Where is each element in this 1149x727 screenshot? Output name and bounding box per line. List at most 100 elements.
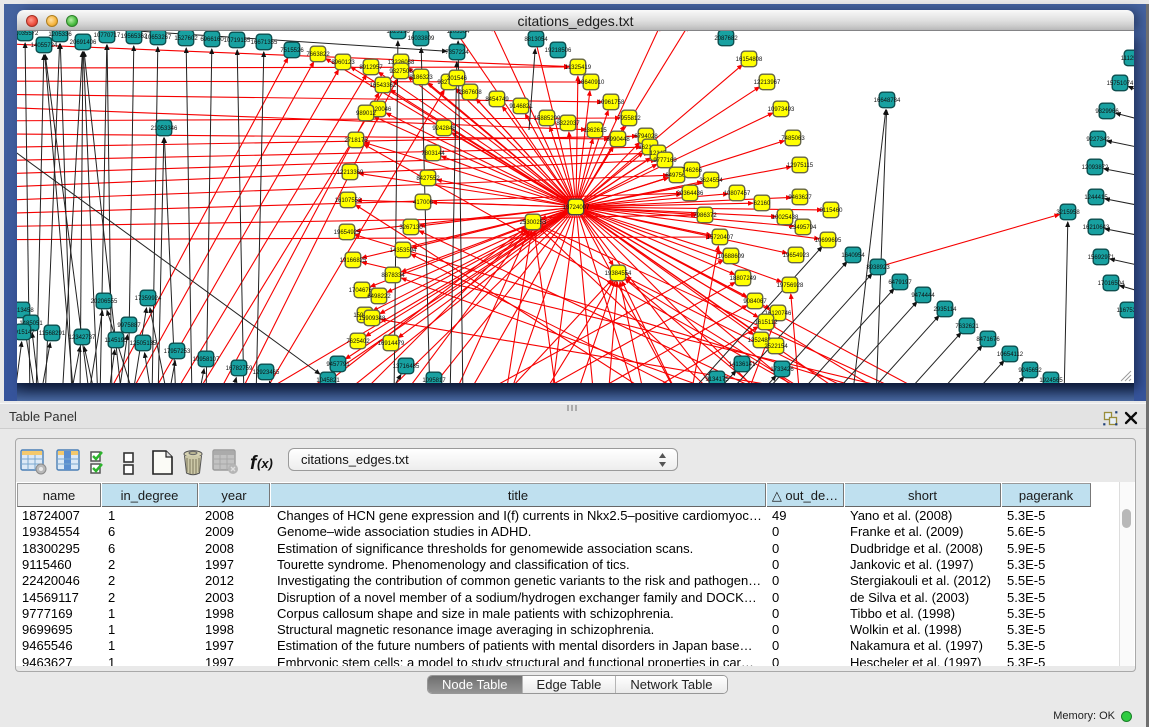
svg-text:17957253: 17957253 [164,349,191,355]
svg-text:1615112: 1615112 [755,320,779,326]
svg-text:1623196: 1623196 [386,31,410,35]
svg-text:16107552: 16107552 [335,198,362,204]
svg-text:9463627: 9463627 [788,195,812,201]
svg-text:18724007: 18724007 [563,205,590,211]
svg-text:1145195: 1145195 [105,338,129,344]
svg-text:7632621: 7632621 [955,324,979,330]
svg-text:2313458: 2313458 [17,308,34,314]
svg-text:10654112: 10654112 [997,352,1024,358]
svg-text:2522154: 2522154 [764,344,788,350]
svg-text:8938923: 8938923 [866,265,890,271]
svg-text:2867608: 2867608 [458,90,482,96]
svg-text:989012: 989012 [356,111,377,117]
svg-text:1362615: 1362615 [583,128,607,134]
svg-text:10719155: 10719155 [224,38,251,44]
svg-text:15909348: 15909348 [359,316,386,322]
svg-text:16210643: 16210643 [1083,225,1110,231]
svg-text:12213967: 12213967 [754,80,781,86]
svg-text:10653267: 10653267 [145,35,172,41]
svg-text:9115460: 9115460 [820,208,844,214]
svg-text:10688609: 10688609 [718,254,745,260]
svg-text:7515526: 7515526 [280,48,304,54]
svg-text:1640954: 1640954 [841,253,865,259]
svg-text:8990448: 8990448 [606,137,630,143]
svg-text:3624554: 3624554 [699,178,723,184]
svg-text:417006: 417006 [413,200,434,206]
svg-text:23495794: 23495794 [790,225,817,231]
svg-text:7357224: 7357224 [445,50,469,56]
svg-text:16648784: 16648784 [874,98,901,104]
svg-text:19654923: 19654923 [783,253,810,259]
svg-text:9777169: 9777169 [653,158,677,164]
svg-text:9227342: 9227342 [1086,137,1110,143]
svg-text:62160: 62160 [754,201,771,207]
svg-text:12213369: 12213369 [337,170,364,176]
svg-text:746266: 746266 [682,168,703,174]
svg-text:16671355: 16671355 [251,40,278,46]
svg-text:8960123: 8960123 [331,60,355,66]
svg-text:19654925: 19654925 [334,230,361,236]
svg-text:12093872: 12093872 [1082,165,1109,171]
svg-text:20691406: 20691406 [70,40,97,46]
svg-text:10961758: 10961758 [598,100,625,106]
svg-text:12342737: 12342737 [69,335,96,341]
svg-text:14353594: 14353594 [390,248,417,254]
svg-text:7625402: 7625402 [346,339,370,345]
svg-text:13716485: 13716485 [393,364,420,370]
svg-text:3215958: 3215958 [1056,210,1080,216]
svg-text:9245652: 9245652 [1018,368,1042,374]
svg-text:17359924: 17359924 [135,296,162,302]
svg-text:1244415: 1244415 [1084,195,1108,201]
svg-text:19384554: 19384554 [605,271,632,277]
svg-text:12975115: 12975115 [787,163,814,169]
svg-text:19756928: 19756928 [777,283,804,289]
svg-text:9134175: 9134175 [705,377,729,383]
svg-text:16033809: 16033809 [408,36,435,42]
svg-text:11568291: 11568291 [39,331,66,337]
svg-text:18640910: 18640910 [578,80,605,86]
svg-text:21035572: 21035572 [17,31,39,37]
svg-text:14136141: 14136141 [729,362,756,368]
svg-text:(x): (x) [257,456,273,471]
svg-text:17016504: 17016504 [1098,281,1125,287]
svg-text:201546: 201546 [447,76,468,82]
svg-text:8813054: 8813054 [524,37,548,43]
svg-text:1103364: 1103364 [447,31,471,35]
svg-text:3267130: 3267130 [399,225,423,231]
svg-text:6498222: 6498222 [367,294,391,300]
svg-text:19166825: 19166825 [340,258,367,264]
svg-text:10699695: 10699695 [815,238,842,244]
svg-text:9146821: 9146821 [509,104,533,110]
svg-text:7986372: 7986372 [693,213,717,219]
svg-text:1924565: 1924565 [1039,378,1063,383]
svg-text:1205336: 1205336 [48,32,72,38]
svg-text:16543362: 16543362 [370,83,397,89]
svg-text:14055724: 14055724 [31,43,58,49]
svg-text:8427552: 8427552 [416,176,440,182]
svg-text:20364436: 20364436 [677,191,704,197]
svg-text:18807249: 18807249 [730,276,757,282]
svg-text:7485063: 7485063 [781,136,805,142]
svg-text:20206555: 20206555 [91,299,118,305]
svg-text:15751074: 15751074 [1107,81,1134,87]
svg-text:16782759: 16782759 [226,366,253,372]
svg-text:8878334: 8878334 [381,273,405,279]
svg-text:2935114: 2935114 [934,307,958,313]
svg-text:12505135: 12505135 [130,341,157,347]
svg-text:6966160: 6966160 [200,37,224,43]
svg-text:15692971: 15692971 [1088,255,1115,261]
svg-text:16154808: 16154808 [736,57,763,63]
svg-text:11325419: 11325419 [565,65,592,71]
svg-text:8471676: 8471676 [976,337,1000,343]
svg-text:2718176: 2718176 [344,138,368,144]
svg-text:10025438: 10025438 [772,215,799,221]
svg-text:21053346: 21053346 [151,126,178,132]
svg-text:8912957: 8912957 [359,65,383,71]
svg-text:10973493: 10973493 [768,107,795,113]
svg-text:19218506: 19218506 [545,48,572,54]
svg-text:15720407: 15720407 [707,235,734,241]
svg-text:6479197: 6479197 [888,280,912,286]
svg-text:25300253: 25300253 [520,220,547,226]
svg-text:8186323: 8186323 [409,75,433,81]
svg-text:7955812: 7955812 [617,116,641,122]
